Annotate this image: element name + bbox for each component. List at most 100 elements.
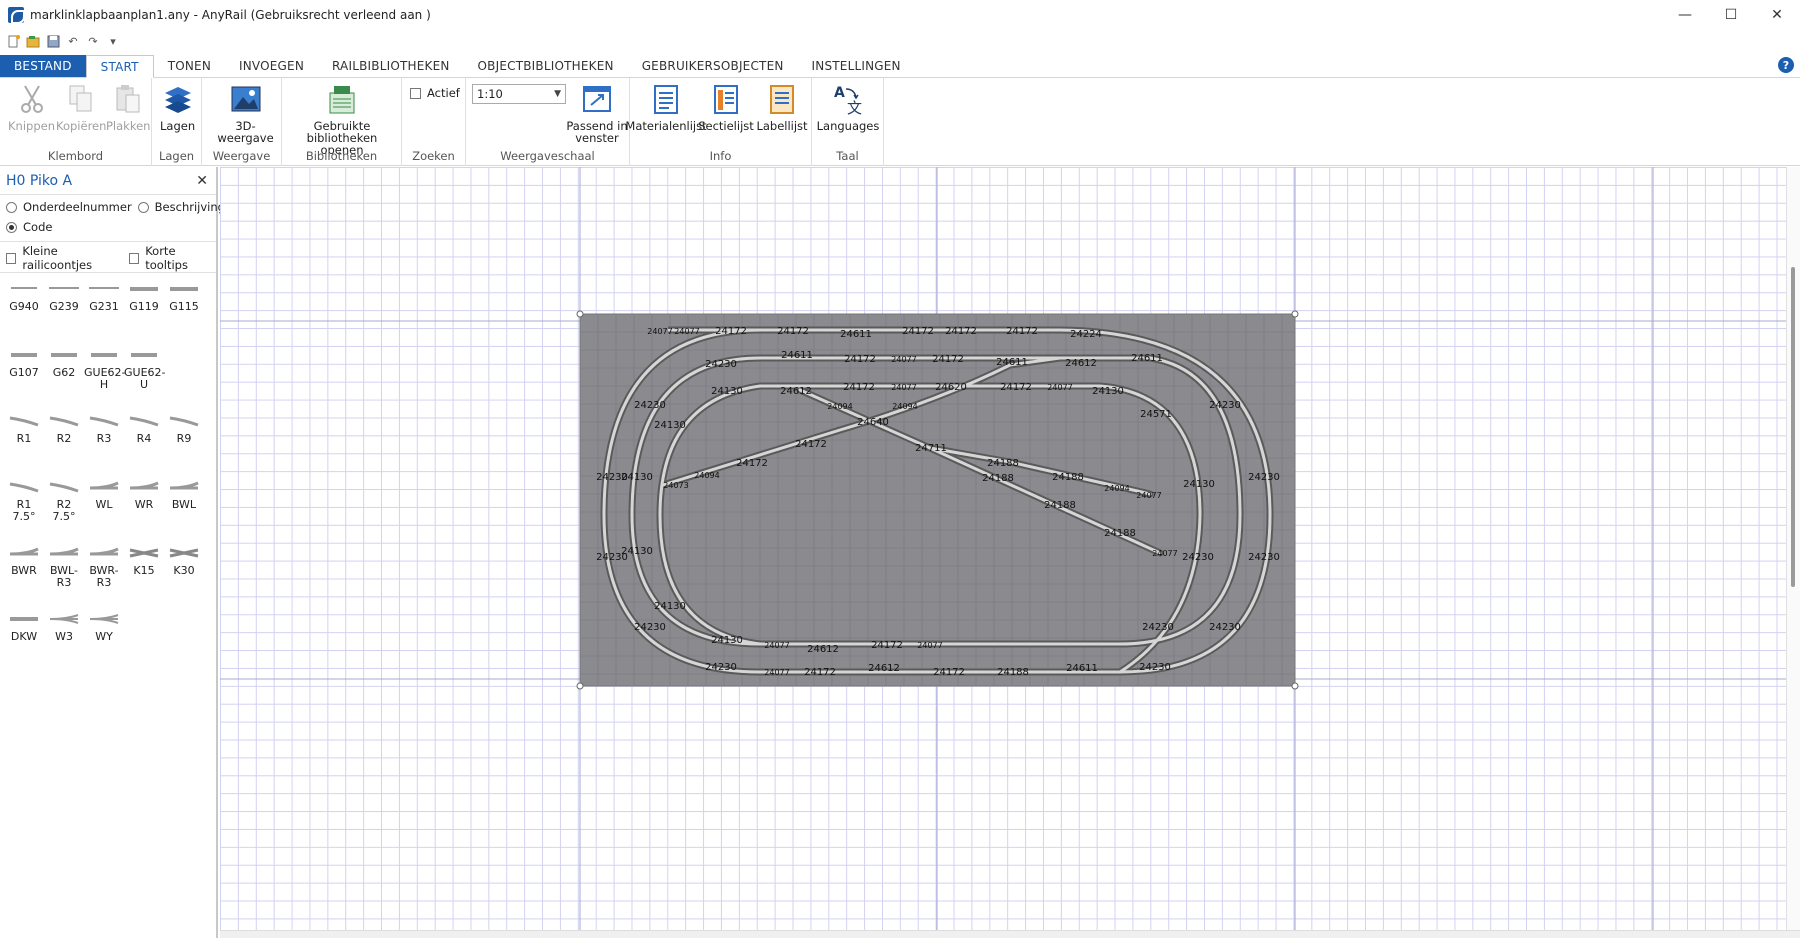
library-part-bwl[interactable]: BWL xyxy=(164,475,204,531)
materialenlijst-button[interactable]: Materialenlijst xyxy=(625,82,707,132)
part-code: R1 xyxy=(16,432,32,445)
tab-tonen[interactable]: TONEN xyxy=(154,55,225,77)
track-label: 24620 xyxy=(935,382,967,393)
radio-onderdeelnummer[interactable]: Onderdeelnummer xyxy=(0,197,132,217)
library-part-r1[interactable]: R1 xyxy=(4,409,44,465)
track-label: 24094 xyxy=(892,402,917,411)
library-part-r2[interactable]: R2 xyxy=(44,409,84,465)
anyrail-window: marklinklapbaanplan1.any - AnyRail (Gebr… xyxy=(0,0,1800,938)
track-piece-icon xyxy=(164,475,204,499)
checkbox-kleine-railicoontjes[interactable]: Kleine railicoontjes xyxy=(0,244,123,272)
undo-icon[interactable]: ↶ xyxy=(66,34,80,48)
track-label: 24711 xyxy=(915,443,947,454)
checkbox-korte-tooltips[interactable]: Korte tooltips xyxy=(123,244,216,272)
library-icon xyxy=(325,82,359,116)
3d-view-button[interactable]: 3D-weergave xyxy=(210,82,281,144)
sectielijst-button[interactable]: Sectielijst xyxy=(698,82,754,132)
part-code: BWL-R3 xyxy=(50,564,78,589)
tab-bestand[interactable]: BESTAND xyxy=(0,55,86,77)
part-code: WY xyxy=(95,630,113,643)
tab-gebruikersobjecten[interactable]: GEBRUIKERSOBJECTEN xyxy=(628,55,798,77)
scale-select[interactable]: 1:10 ▼ xyxy=(472,84,566,104)
library-part-bwl-r3[interactable]: BWL-R3 xyxy=(44,541,84,597)
library-part-gue62-u[interactable]: GUE62-U xyxy=(124,343,166,399)
scrollbar-thumb[interactable] xyxy=(1791,267,1795,587)
part-code: GUE62-U xyxy=(124,366,166,391)
library-part-bwr[interactable]: BWR xyxy=(4,541,44,597)
library-part-g107[interactable]: G107 xyxy=(4,343,44,399)
copy-button[interactable]: Kopiëren xyxy=(56,82,106,132)
tab-objectbibliotheken[interactable]: OBJECTBIBLIOTHEKEN xyxy=(464,55,628,77)
open-used-libraries-button[interactable]: Gebruikte bibliotheken openen xyxy=(290,82,394,156)
redo-icon[interactable]: ↷ xyxy=(86,34,100,48)
library-part-dkw[interactable]: DKW xyxy=(4,607,44,663)
track-label: 24230 xyxy=(634,400,666,411)
library-part-k30[interactable]: K30 xyxy=(164,541,204,597)
track-label: 24172 xyxy=(902,326,934,337)
library-part-g239[interactable]: G239 xyxy=(44,277,84,333)
actief-checkbox[interactable]: Actief xyxy=(410,86,460,100)
track-piece-icon xyxy=(84,541,124,565)
new-file-icon[interactable] xyxy=(6,34,20,48)
maximize-button[interactable]: ☐ xyxy=(1708,0,1754,30)
fit-to-window-button[interactable]: Passend in venster xyxy=(566,82,628,144)
radio-beschrijving[interactable]: Beschrijving xyxy=(132,197,225,217)
track-label: 24172 xyxy=(1000,382,1032,393)
library-part-g119[interactable]: G119 xyxy=(124,277,164,333)
library-part-g62[interactable]: G62 xyxy=(44,343,84,399)
tab-instellingen[interactable]: INSTELLINGEN xyxy=(798,55,915,77)
tab-invoegen[interactable]: INVOEGEN xyxy=(225,55,318,77)
tab-railbibliotheken[interactable]: RAILBIBLIOTHEKEN xyxy=(318,55,464,77)
track-label: 24077 xyxy=(674,327,699,336)
track-piece-icon xyxy=(4,343,44,367)
paste-button[interactable]: Plakken xyxy=(106,82,150,132)
track-label: 24172 xyxy=(933,667,965,678)
track-piece-icon xyxy=(4,277,44,301)
library-part-r9[interactable]: R9 xyxy=(164,409,204,465)
track-label: 24077 xyxy=(1047,383,1072,392)
cut-button[interactable]: Knippen xyxy=(8,82,55,132)
track-label: 24612 xyxy=(780,386,812,397)
group-klembord: Knippen Kopiëren Plakken Klembord xyxy=(0,78,152,166)
library-part-r4[interactable]: R4 xyxy=(124,409,164,465)
library-part-r1-7-5[interactable]: R1 7.5° xyxy=(4,475,44,531)
part-code: BWL xyxy=(171,498,197,511)
library-part-wr[interactable]: WR xyxy=(124,475,164,531)
library-part-bwr-r3[interactable]: BWR-R3 xyxy=(84,541,124,597)
library-part-wl[interactable]: WL xyxy=(84,475,124,531)
help-icon[interactable]: ? xyxy=(1778,57,1794,73)
radio-code[interactable]: Code xyxy=(0,217,216,237)
track-label: 24172 xyxy=(945,326,977,337)
track-label: 24230 xyxy=(1209,622,1241,633)
library-part-wy[interactable]: WY xyxy=(84,607,124,663)
open-file-icon[interactable] xyxy=(26,34,40,48)
track-label: 24077 xyxy=(764,668,789,677)
library-part-w3[interactable]: W3 xyxy=(44,607,84,663)
part-code: R9 xyxy=(176,432,192,445)
track-piece-icon xyxy=(124,541,164,565)
layers-button[interactable]: Lagen xyxy=(160,82,195,132)
library-part-g231[interactable]: G231 xyxy=(84,277,124,333)
library-part-r3[interactable]: R3 xyxy=(84,409,124,465)
vertical-scrollbar[interactable] xyxy=(1786,167,1800,930)
translate-icon: A文 xyxy=(831,82,865,116)
library-part-gue62-h[interactable]: GUE62-H xyxy=(84,343,126,399)
track-label: 24188 xyxy=(987,458,1019,469)
library-part-r2-7-5[interactable]: R2 7.5° xyxy=(44,475,84,531)
save-icon[interactable] xyxy=(46,34,60,48)
library-part-g940[interactable]: G940 xyxy=(4,277,44,333)
minimize-button[interactable]: — xyxy=(1662,0,1708,30)
group-weergave: 3D-weergave Weergave xyxy=(202,78,282,166)
close-window-button[interactable]: ✕ xyxy=(1754,0,1800,30)
library-part-k15[interactable]: K15 xyxy=(124,541,164,597)
layout-canvas[interactable]: 24077 24077 24172 24172 24611 24172 24172 24172… xyxy=(220,167,1786,930)
track-piece-icon xyxy=(44,541,84,565)
labellijst-button[interactable]: Labellijst xyxy=(754,82,810,132)
tab-start[interactable]: START xyxy=(85,55,154,78)
close-icon[interactable]: ✕ xyxy=(196,173,208,189)
track-label: 24230 xyxy=(1139,662,1171,673)
languages-button[interactable]: A文 Languages xyxy=(817,82,880,132)
svg-text:文: 文 xyxy=(847,99,862,115)
customize-toolbar-icon[interactable]: ▾ xyxy=(106,34,120,48)
library-part-g115[interactable]: G115 xyxy=(164,277,204,333)
